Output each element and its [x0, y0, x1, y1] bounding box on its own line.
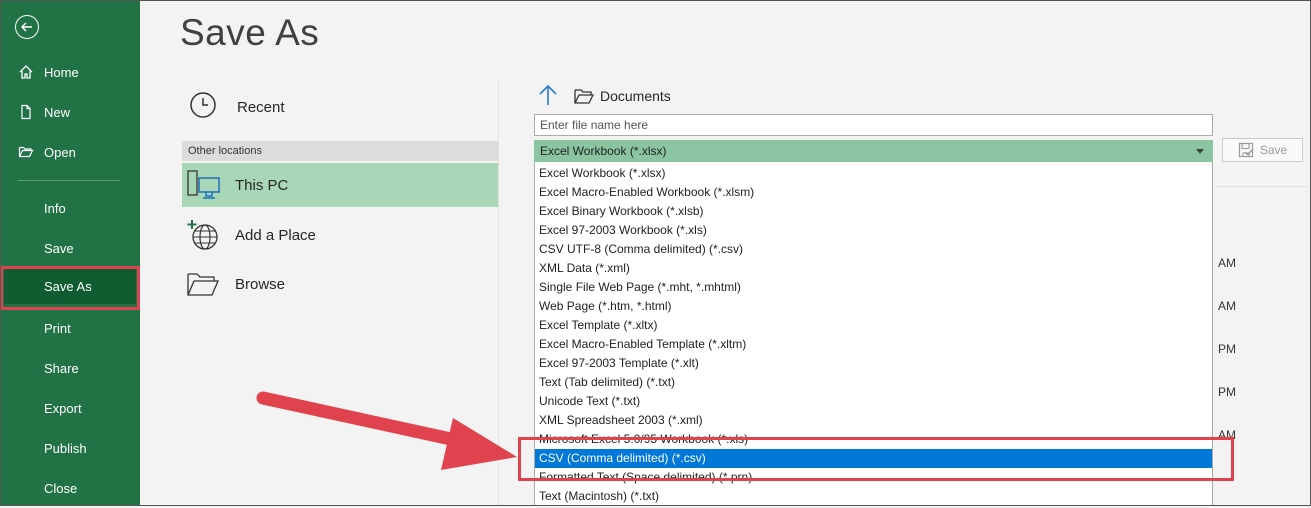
save-button[interactable]: Save — [1222, 138, 1303, 162]
file-type-option[interactable]: Text (Tab delimited) (*.txt) — [535, 373, 1212, 392]
location-label: Browse — [235, 275, 286, 293]
nav-label: Close — [44, 480, 78, 496]
nav-label: Export — [44, 400, 82, 416]
file-list-header-divider — [1214, 186, 1308, 187]
folder-open-icon — [574, 89, 594, 104]
file-modified-time: PM — [1218, 342, 1236, 356]
breadcrumb-documents[interactable]: Documents — [600, 88, 671, 104]
new-document-icon — [18, 104, 34, 120]
nav-export[interactable]: Export — [0, 388, 140, 428]
file-type-option[interactable]: Excel Macro-Enabled Template (*.xltm) — [535, 335, 1212, 354]
file-type-option[interactable]: Excel Binary Workbook (*.xlsb) — [535, 202, 1212, 221]
file-modified-time: AM — [1218, 299, 1236, 313]
file-type-option[interactable]: Excel Macro-Enabled Workbook (*.xlsm) — [535, 183, 1212, 202]
nav-label: Save — [44, 240, 74, 256]
nav-label: Share — [44, 360, 79, 376]
location-label: Recent — [237, 98, 285, 116]
file-type-option[interactable]: Excel 97-2003 Template (*.xlt) — [535, 354, 1212, 373]
file-type-option[interactable]: Excel Workbook (*.xlsx) — [535, 164, 1212, 183]
nav-label: Home — [44, 64, 79, 80]
file-type-option[interactable]: Text (Macintosh) (*.txt) — [535, 487, 1212, 506]
file-modified-time: AM — [1218, 256, 1236, 270]
file-modified-time: PM — [1218, 385, 1236, 399]
location-this-pc[interactable]: This PC — [182, 163, 498, 207]
location-recent[interactable]: Recent — [182, 84, 498, 130]
page-title: Save As — [180, 12, 320, 53]
location-add-place[interactable]: Add a Place — [182, 213, 498, 257]
sidebar-divider — [18, 180, 120, 181]
nav-open[interactable]: Open — [0, 132, 140, 172]
nav-label: Print — [44, 320, 71, 336]
other-locations-header: Other locations — [182, 141, 498, 161]
nav-save[interactable]: Save — [0, 228, 140, 268]
nav-share[interactable]: Share — [0, 348, 140, 388]
backstage-sidebar: Home New Open Info Save Save As Print Sh… — [0, 0, 140, 506]
nav-label: Publish — [44, 440, 87, 456]
location-label: This PC — [235, 176, 289, 194]
save-button-label: Save — [1259, 143, 1288, 157]
red-callout-arrow-icon — [256, 391, 517, 470]
file-type-option[interactable]: Unicode Text (*.txt) — [535, 392, 1212, 411]
file-type-selected-value: Excel Workbook (*.xlsx) — [540, 144, 667, 158]
file-type-option[interactable]: XML Spreadsheet 2003 (*.xml) — [535, 411, 1212, 430]
nav-close[interactable]: Close — [0, 468, 140, 508]
file-type-option[interactable]: Web Page (*.htm, *.html) — [535, 297, 1212, 316]
nav-home[interactable]: Home — [0, 52, 140, 92]
up-folder-icon[interactable] — [538, 84, 558, 106]
file-type-select[interactable]: Excel Workbook (*.xlsx) — [534, 140, 1213, 162]
file-type-option[interactable]: XML Data (*.xml) — [535, 259, 1212, 278]
nav-print[interactable]: Print — [0, 308, 140, 348]
location-label: Add a Place — [235, 226, 316, 244]
back-arrow-icon — [20, 22, 32, 32]
back-button[interactable] — [15, 15, 39, 39]
folder-icon — [186, 270, 222, 298]
open-folder-icon — [18, 144, 34, 160]
save-as-callout-box — [0, 266, 140, 310]
nav-publish[interactable]: Publish — [0, 428, 140, 468]
nav-info[interactable]: Info — [0, 188, 140, 228]
nav-label: Info — [44, 200, 66, 216]
file-type-option[interactable]: Excel Template (*.xltx) — [535, 316, 1212, 335]
nav-new[interactable]: New — [0, 92, 140, 132]
clock-icon — [188, 90, 220, 124]
file-type-option[interactable]: Single File Web Page (*.mht, *.mhtml) — [535, 278, 1212, 297]
csv-option-callout-box — [518, 437, 1234, 481]
save-disk-icon — [1238, 142, 1254, 158]
file-type-option[interactable]: Excel 97-2003 Workbook (*.xls) — [535, 221, 1212, 240]
location-browse[interactable]: Browse — [182, 262, 498, 306]
nav-label: New — [44, 104, 71, 120]
dropdown-caret-icon — [1196, 149, 1204, 154]
computer-icon — [186, 168, 222, 202]
home-icon — [18, 64, 34, 80]
file-name-input[interactable] — [534, 114, 1213, 136]
nav-label: Open — [44, 144, 76, 160]
globe-add-icon — [186, 218, 222, 252]
file-type-option[interactable]: CSV UTF-8 (Comma delimited) (*.csv) — [535, 240, 1212, 259]
